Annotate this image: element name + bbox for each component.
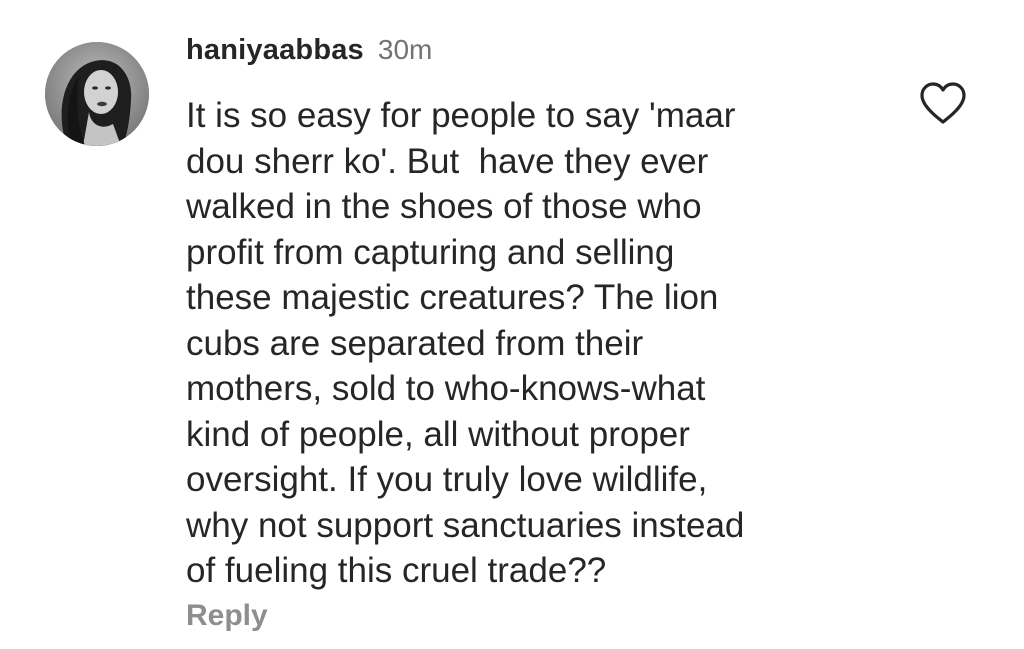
comment-text-line: why not support sanctuaries instead	[186, 505, 745, 545]
comment-item: haniyaabbas 30m It is so easy for people…	[0, 0, 1024, 649]
comment-text-line: of fueling this cruel trade??	[186, 551, 607, 590]
comment-header: haniyaabbas 30m	[186, 34, 432, 67]
comment-text-line: mothers, sold to who-knows-what	[186, 369, 706, 408]
timestamp: 30m	[377, 34, 433, 65]
comment-text-line: It is so easy for people to say 'maar	[186, 96, 736, 135]
comment-text-line: kind of people, all without proper	[186, 414, 690, 454]
comment-text-line: these majestic creatures? The lion	[186, 278, 719, 317]
avatar[interactable]	[45, 42, 149, 146]
username[interactable]: haniyaabbas	[186, 34, 364, 67]
comment-text: It is so easy for people to say 'maar do…	[186, 93, 886, 594]
profile-photo-icon	[45, 42, 149, 146]
comment-text-line: cubs are separated from their	[186, 323, 644, 363]
like-button[interactable]	[918, 80, 968, 126]
comment-text-line: profit from capturing and selling	[186, 232, 675, 272]
comment-text-line: walked in the shoes of those who	[186, 187, 702, 226]
reply-button[interactable]: Reply	[186, 599, 268, 633]
heart-outline-icon	[920, 82, 966, 124]
comment-text-line: oversight. If you truly love wildlife,	[186, 460, 708, 499]
comment-text-line: dou sherr ko'. But have they ever	[186, 141, 709, 181]
